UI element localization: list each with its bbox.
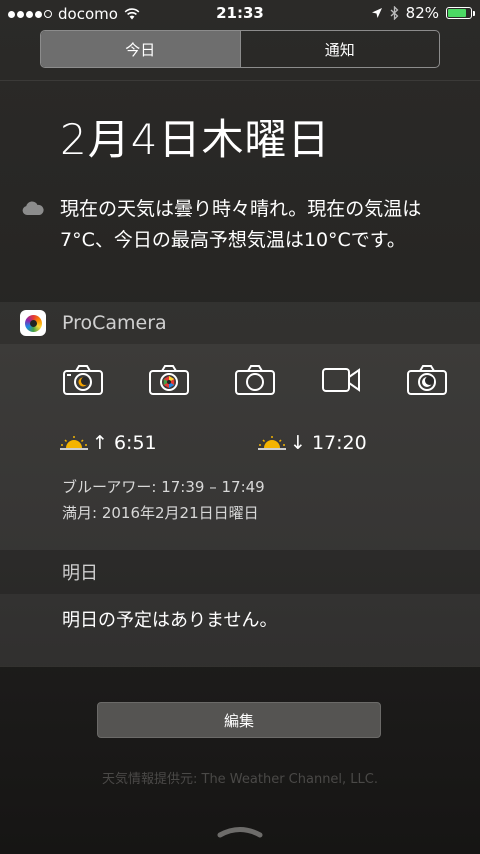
bluetooth-icon <box>390 6 399 20</box>
procamera-app-icon <box>20 310 46 336</box>
location-arrow-icon <box>371 8 382 18</box>
tab-notifications[interactable]: 通知 <box>241 31 440 67</box>
sunset-icon <box>258 436 286 450</box>
video-icon <box>322 368 360 392</box>
chevron-up-icon[interactable] <box>216 822 264 838</box>
tab-today[interactable]: 今日 <box>41 31 240 67</box>
divider <box>0 80 480 81</box>
tomorrow-title: 明日 <box>62 563 98 584</box>
video-button[interactable] <box>298 360 384 400</box>
sunset-time: ↓ 17:20 <box>290 432 367 454</box>
edit-button[interactable]: 編集 <box>97 702 381 738</box>
tomorrow-widget-header[interactable]: 明日 <box>0 550 480 594</box>
view-tabs: 今日 通知 <box>40 30 440 68</box>
divider <box>0 666 480 667</box>
battery-icon <box>446 7 475 19</box>
cloud-icon <box>22 201 44 215</box>
weather-summary: 現在の天気は曇り時々晴れ。現在の気温は7°C、今日の最高予想気温は10°Cです。 <box>22 194 462 256</box>
camera-night-icon <box>407 365 447 395</box>
sunrise: ↑ 6:51 <box>60 432 157 454</box>
camera-selfie-button[interactable] <box>40 360 126 400</box>
full-moon-text: 満月: 2016年2月21日日曜日 <box>62 504 259 522</box>
tomorrow-widget-body: 明日の予定はありません。 <box>0 594 480 666</box>
widget-title: ProCamera <box>62 312 167 334</box>
tomorrow-text: 明日の予定はありません。 <box>62 610 278 631</box>
status-bar: docomo 21:33 82% <box>0 0 480 28</box>
camera-color-icon <box>149 365 189 395</box>
camera-selfie-icon <box>63 365 103 395</box>
camera-button[interactable] <box>212 360 298 400</box>
sunrise-icon <box>60 436 88 450</box>
camera-icon <box>235 365 275 395</box>
camera-color-button[interactable] <box>126 360 212 400</box>
camera-night-button[interactable] <box>384 360 470 400</box>
date-heading: 2月4日木曜日 <box>60 115 331 164</box>
weather-credit: 天気情報提供元: The Weather Channel, LLC. <box>101 772 379 787</box>
battery-percent: 82% <box>405 4 439 22</box>
blue-hour-text: ブルーアワー: 17:39 – 17:49 <box>62 478 265 496</box>
sunrise-time: ↑ 6:51 <box>92 432 157 454</box>
weather-text: 現在の天気は曇り時々晴れ。現在の気温は7°C、今日の最高予想気温は10°Cです。 <box>60 198 422 251</box>
sunset: ↓ 17:20 <box>258 432 367 454</box>
procamera-widget-header[interactable]: ProCamera <box>0 302 480 344</box>
procamera-widget-body: ↑ 6:51 ↓ 17:20 ブルーアワー: 17:39 – 17:49 満月:… <box>0 344 480 550</box>
